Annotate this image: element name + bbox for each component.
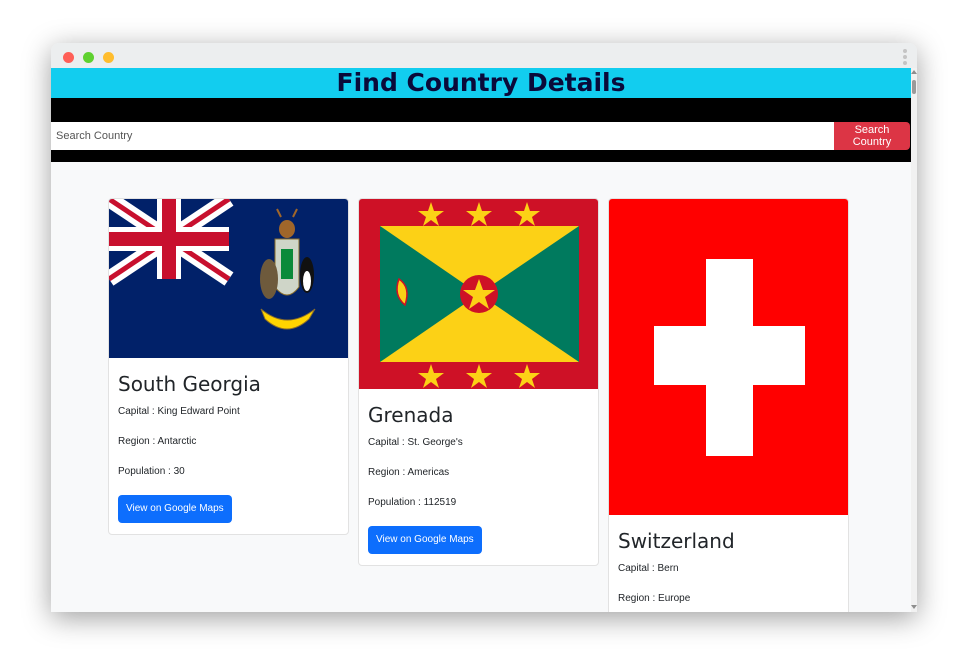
country-card: Grenada Capital : St. George's Region : … — [358, 198, 599, 566]
country-capital: Capital : St. George's — [368, 437, 463, 448]
country-name: South Georgia — [118, 372, 261, 396]
grenada-flag-image — [359, 199, 598, 389]
country-population: Population : 112519 — [368, 497, 457, 508]
country-card: Switzerland Capital : Bern Region : Euro… — [608, 198, 849, 612]
browser-window: Find Country Details Search Country Sear… — [51, 43, 917, 612]
country-capital: Capital : King Edward Point — [118, 406, 240, 417]
window-titlebar — [51, 43, 917, 68]
scroll-thumb[interactable] — [912, 80, 916, 94]
country-name: Grenada — [368, 403, 454, 427]
country-region: Region : Europe — [618, 593, 691, 604]
country-name: Switzerland — [618, 529, 735, 553]
country-card: South Georgia Capital : King Edward Poin… — [108, 198, 349, 535]
page-viewport: Find Country Details Search Country Sear… — [51, 68, 911, 612]
scroll-up-arrow-icon[interactable] — [911, 70, 917, 74]
minimize-window-dot[interactable] — [83, 52, 94, 63]
scroll-down-arrow-icon[interactable] — [911, 605, 917, 609]
country-region: Region : Antarctic — [118, 436, 197, 447]
country-capital: Capital : Bern — [618, 563, 679, 574]
search-input[interactable] — [51, 122, 834, 150]
maximize-window-dot[interactable] — [103, 52, 114, 63]
south-georgia-flag-image — [109, 199, 348, 358]
vertical-scrollbar[interactable] — [911, 68, 917, 612]
country-region: Region : Americas — [368, 467, 450, 478]
view-on-google-maps-button[interactable]: View on Google Maps — [368, 526, 482, 554]
kebab-menu-icon[interactable] — [903, 49, 907, 67]
view-on-google-maps-button[interactable]: View on Google Maps — [118, 495, 232, 523]
country-population: Population : 30 — [118, 466, 185, 477]
search-button[interactable]: Search Country — [834, 122, 910, 150]
close-window-dot[interactable] — [63, 52, 74, 63]
switzerland-flag-image — [609, 199, 848, 515]
page-title: Find Country Details — [51, 68, 911, 98]
